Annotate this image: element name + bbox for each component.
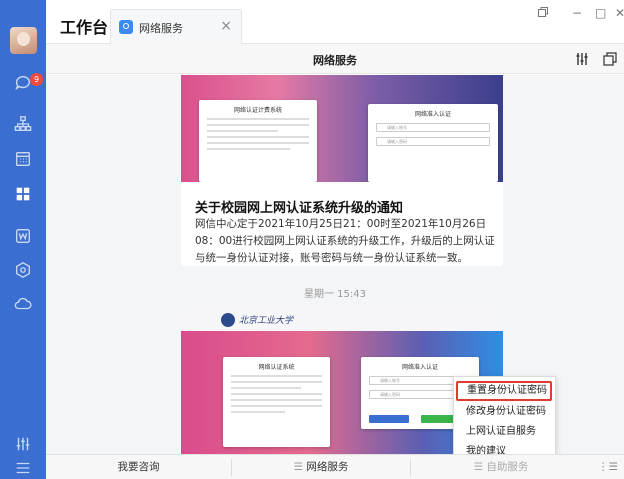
banner-auth-window: 网络准入认证 请输入账号 请输入密码 — [368, 104, 498, 182]
top-bar: 工作台 网络服务 × − □ ✕ — [46, 0, 624, 44]
unread-badge: 9 — [30, 73, 43, 86]
close-window-button[interactable]: ✕ — [615, 6, 624, 20]
maximize-button[interactable]: □ — [595, 6, 606, 20]
bottom-menu-bar: 我要咨询 ☰ 网络服务 ☰ 自助服务 ⋮☰ — [46, 454, 624, 479]
tab-network-service[interactable]: 网络服务 × — [110, 9, 242, 44]
settings-sliders-icon[interactable] — [574, 51, 590, 67]
notice-body: 网信中心定于2021年10月25日21：00时至2021年10月26日08：00… — [195, 218, 495, 264]
pin-window-icon[interactable] — [537, 6, 549, 21]
message-timestamp: 星期一 15:43 — [304, 289, 366, 300]
university-logo-icon — [221, 313, 235, 327]
word-doc-icon[interactable] — [11, 224, 35, 248]
page-title: 网络服务 — [313, 54, 357, 67]
app-title: 工作台 — [60, 18, 109, 37]
avatar[interactable] — [10, 27, 37, 54]
notice-title: 关于校园网上网认证系统升级的通知 — [195, 201, 404, 216]
tab-close-icon[interactable]: × — [220, 18, 232, 34]
menu-item-reset-password[interactable]: 重置身份认证密码 — [456, 381, 552, 401]
menu-icon[interactable] — [11, 456, 35, 479]
tuning-icon[interactable] — [11, 432, 35, 456]
menu-lines-icon: ☰ — [293, 461, 307, 473]
left-sidebar: 9 — [0, 0, 46, 479]
keyboard-toggle-icon[interactable]: ⋮☰ — [594, 455, 622, 479]
service-header: 网络服务 — [46, 44, 624, 74]
bottom-menu-self-service[interactable]: ☰ 自助服务 — [411, 455, 591, 479]
bottom-menu-consult[interactable]: 我要咨询 — [46, 455, 231, 479]
bottom-menu-network-service[interactable]: ☰ 网络服务 — [232, 455, 410, 479]
menu-item-change-password[interactable]: 修改身份认证密码 — [454, 402, 557, 422]
notice-card[interactable]: 网络认证计费系统 网络准入认证 请输入账号 请输入密码 关于校园网上网认证系统升… — [181, 75, 503, 266]
grid-apps-icon[interactable] — [11, 182, 35, 206]
context-menu: 重置身份认证密码 修改身份认证密码 上网认证自服务 我的建议 — [453, 376, 556, 462]
banner2-auth-system-window: 网络认证系统 — [223, 357, 330, 447]
menu-item-self-service[interactable]: 上网认证自服务 — [454, 422, 557, 442]
open-window-icon[interactable] — [602, 51, 618, 67]
bottom-menu-network-service-label: 网络服务 — [306, 461, 349, 473]
menu-lines-icon: ☰ — [473, 461, 487, 473]
cloud-icon[interactable] — [11, 292, 35, 316]
hexagon-icon[interactable] — [11, 258, 35, 282]
university-logo-text: 北京工业大学 — [239, 316, 294, 326]
tab-label: 网络服务 — [139, 22, 183, 35]
notice-banner-image: 网络认证计费系统 网络准入认证 请输入账号 请输入密码 — [181, 75, 503, 182]
bottom-menu-self-service-label: 自助服务 — [486, 461, 529, 473]
banner-billing-window: 网络认证计费系统 — [199, 100, 317, 182]
calendar-icon[interactable] — [11, 147, 35, 171]
network-service-icon — [119, 20, 133, 34]
org-chart-icon[interactable] — [11, 112, 35, 136]
minimize-button[interactable]: − — [572, 6, 582, 20]
